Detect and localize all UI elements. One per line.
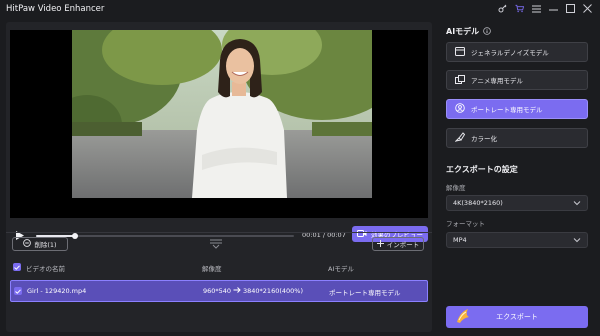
plus-icon [376,239,384,249]
resolution-select[interactable]: 4K(3840*2160) [446,195,588,211]
model-portrait[interactable]: ポートレート専用モデル [446,99,588,119]
export-settings-title: エクスポートの設定 [446,165,518,174]
select-all-checkbox[interactable] [13,263,21,271]
format-label: フォーマット [446,220,485,228]
import-button[interactable]: インポート [372,237,424,251]
app-title: HitPaw Video Enhancer [6,4,105,14]
file-list-panel: 削除(1) インポート ビデオの名前 解像度 AIモデル Girl - 1294… [6,232,432,332]
model-general-denoise[interactable]: ジェネラルデノイズモデル [446,42,588,62]
ai-model-title: AIモデル [446,27,480,36]
anime-icon [455,74,465,86]
resolution-label: 解像度 [446,184,466,192]
row-ai-model: ポートレート専用モデル [329,289,401,297]
export-icon [454,308,472,326]
table-header: ビデオの名前 解像度 AIモデル [6,258,432,276]
format-select[interactable]: MP4 [446,232,588,248]
resolution-value: 4K(3840*2160) [453,199,503,207]
list-toolbar: 削除(1) インポート [6,232,432,256]
menu-icon[interactable] [532,3,541,14]
model-label: ジェネラルデノイズモデル [471,49,549,57]
header-resolution[interactable]: 解像度 [202,263,222,273]
delete-label: 削除(1) [34,241,57,249]
key-icon[interactable] [498,3,507,14]
model-colorize[interactable]: カラー化 [446,128,588,148]
format-value: MP4 [453,236,467,244]
info-icon[interactable] [483,26,491,37]
header-name[interactable]: ビデオの名前 [26,263,65,273]
model-label: カラー化 [471,135,497,143]
video-player[interactable] [10,30,428,218]
ai-model-heading: AIモデル [446,26,491,37]
export-label: エクスポート [496,313,538,321]
delete-button[interactable]: 削除(1) [12,237,68,251]
colorize-icon [454,132,466,144]
export-button[interactable]: エクスポート [446,306,588,328]
row-resolution-to: 3840*2160(400%) [243,287,303,295]
minus-circle-icon [23,239,32,249]
maximize-icon[interactable] [566,3,575,14]
window-controls [498,3,592,14]
arrow-right-icon [233,286,241,296]
collapse-icon[interactable] [210,239,222,251]
chevron-down-icon [573,236,581,246]
minimize-icon[interactable] [549,3,558,14]
row-resolution-from: 960*540 [203,287,232,295]
row-checkbox[interactable] [14,287,22,295]
import-label: インポート [386,241,420,249]
header-ai-model[interactable]: AIモデル [328,263,354,273]
model-anime[interactable]: アニメ専用モデル [446,70,588,90]
row-file-name: Girl - 129420.mp4 [27,287,87,295]
title-bar: HitPaw Video Enhancer [0,0,600,18]
cart-icon[interactable] [515,3,524,14]
denoise-icon [455,46,465,58]
settings-panel: AIモデル ジェネラルデノイズモデル アニメ専用モデル ポートレート専用モデル … [440,22,594,332]
close-icon[interactable] [583,3,592,14]
chevron-down-icon [573,199,581,209]
main-panel: 00:01 / 00:07 効果のプレビュー 削除(1) インポート ビデオの名… [6,22,432,332]
table-row[interactable]: Girl - 129420.mp4 960*540 3840*2160(400%… [10,280,428,302]
video-frame-portrait [72,30,372,198]
model-label: アニメ専用モデル [471,77,523,85]
model-label: ポートレート専用モデル [471,106,543,114]
portrait-icon [455,103,465,115]
